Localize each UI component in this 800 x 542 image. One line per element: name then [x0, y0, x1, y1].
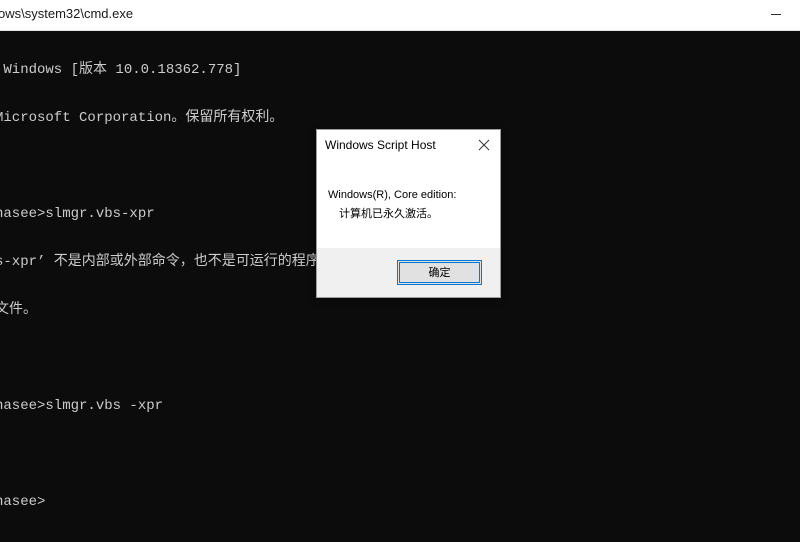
- minimize-button[interactable]: [754, 0, 800, 30]
- dialog-title: Windows Script Host: [325, 138, 436, 152]
- close-icon: [478, 139, 490, 151]
- cmd-window: ows\system32\cmd.exe Windows [版本 10.0.18…: [0, 0, 800, 510]
- console-line: nasee>slmgr.vbs -xpr: [0, 398, 164, 414]
- dialog-message-line2: 计算机已永久激活。: [339, 207, 438, 220]
- dialog-content: Windows Script Host Windows(R), Core edi…: [317, 130, 500, 248]
- dialog-message-line1: Windows(R), Core edition:: [328, 189, 457, 201]
- script-host-dialog: Windows Script Host Windows(R), Core edi…: [316, 129, 501, 298]
- ok-button[interactable]: 确定: [397, 260, 482, 285]
- console-line: 文件。: [0, 302, 37, 318]
- console-prompt: nasee>: [0, 494, 46, 510]
- title-bar[interactable]: ows\system32\cmd.exe: [0, 0, 800, 31]
- dialog-close-button[interactable]: [474, 136, 494, 154]
- console-line: Windows [版本 10.0.18362.778]: [0, 62, 242, 78]
- window-title: ows\system32\cmd.exe: [0, 6, 134, 21]
- minimize-icon: [771, 14, 781, 15]
- console-line: Microsoft Corporation。保留所有权利。: [0, 110, 284, 126]
